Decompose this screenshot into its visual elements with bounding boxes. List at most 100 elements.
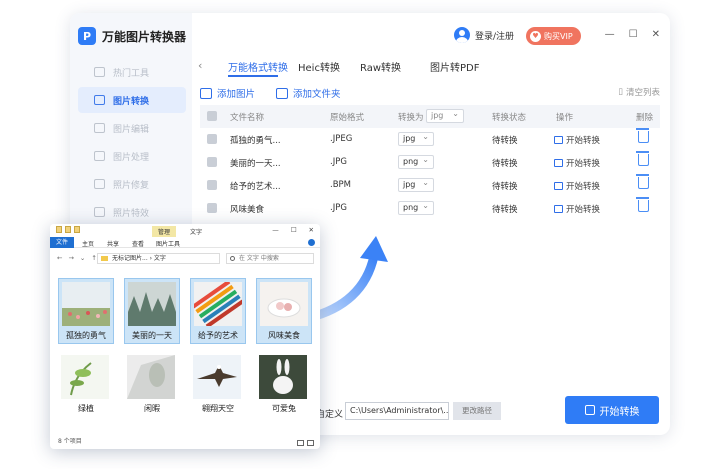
explorer-title-bar: 管理 文字 — ☐ ✕ bbox=[50, 224, 320, 237]
login-button[interactable]: 登录/注册 bbox=[454, 27, 514, 43]
details-view-icon[interactable] bbox=[297, 440, 304, 446]
toolbar: 添加图片 添加文件夹 ▯ 清空列表 bbox=[200, 85, 660, 103]
sidebar-item-photo-effects[interactable]: 照片特效 bbox=[78, 199, 186, 225]
new-folder-icon[interactable] bbox=[74, 226, 80, 233]
add-image-button[interactable]: 添加图片 bbox=[200, 86, 255, 100]
file-item[interactable]: 闲暇 bbox=[124, 352, 180, 418]
sidebar-item-image-convert[interactable]: 图片转换 bbox=[78, 87, 186, 113]
close-icon[interactable]: ✕ bbox=[652, 29, 660, 40]
sidebar-item-label: 热门工具 bbox=[113, 68, 150, 79]
tab-universal-convert[interactable]: 万能格式转换 bbox=[228, 59, 288, 74]
file-item[interactable]: 可爱兔 bbox=[256, 352, 312, 418]
orig-format: .BPM bbox=[330, 180, 351, 190]
row-checkbox[interactable] bbox=[207, 134, 217, 144]
start-convert-button-label: 开始转换 bbox=[599, 406, 640, 418]
delete-icon[interactable] bbox=[636, 151, 649, 166]
file-item[interactable]: 美丽的一天 bbox=[124, 278, 180, 344]
thumbnail-food bbox=[260, 282, 308, 326]
ribbon-tab-file[interactable]: 文件 bbox=[50, 237, 74, 248]
login-label: 登录/注册 bbox=[475, 31, 515, 42]
ribbon-tab-share[interactable]: 共享 bbox=[107, 239, 119, 248]
effects-icon bbox=[94, 207, 105, 217]
output-path-field[interactable]: C:\Users\Administrator\... bbox=[345, 402, 449, 420]
start-convert-link[interactable]: 开始转换 bbox=[554, 203, 600, 215]
minimize-icon[interactable]: — bbox=[272, 226, 279, 234]
play-icon bbox=[554, 182, 563, 190]
table-row: 风味美食 .JPG png 待转换 开始转换 bbox=[200, 197, 660, 220]
thumbnail-view-icon[interactable] bbox=[307, 440, 314, 446]
convert-all-select[interactable]: jpg bbox=[426, 108, 464, 123]
delete-icon[interactable] bbox=[636, 197, 649, 212]
convert-icon bbox=[584, 405, 595, 415]
sidebar-item-photo-repair[interactable]: 照片修复 bbox=[78, 171, 186, 197]
orig-format: .JPG bbox=[330, 203, 347, 213]
clear-list-button[interactable]: ▯ 清空列表 bbox=[618, 86, 660, 98]
file-item[interactable]: 孤独的勇气 bbox=[58, 278, 114, 344]
start-convert-label: 开始转换 bbox=[566, 182, 601, 192]
header-status: 转换状态 bbox=[492, 113, 527, 123]
play-icon bbox=[554, 159, 563, 167]
select-all-checkbox[interactable] bbox=[207, 111, 217, 121]
sidebar-item-label: 图片转换 bbox=[113, 96, 150, 107]
target-format-select[interactable]: jpg bbox=[398, 177, 434, 192]
start-convert-label: 开始转换 bbox=[566, 159, 601, 169]
delete-icon[interactable] bbox=[636, 128, 649, 143]
folder-icon bbox=[56, 226, 62, 233]
target-format-select[interactable]: png bbox=[398, 154, 434, 169]
sidebar-item-image-edit[interactable]: 图片编辑 bbox=[78, 115, 186, 141]
add-folder-button[interactable]: 添加文件夹 bbox=[276, 86, 341, 100]
vip-icon: ♥ bbox=[530, 30, 541, 42]
sidebar-item-image-process[interactable]: 图片处理 bbox=[78, 143, 186, 169]
close-icon[interactable]: ✕ bbox=[309, 226, 314, 234]
tab-pdf[interactable]: 图片转PDF bbox=[430, 59, 479, 74]
start-convert-link[interactable]: 开始转换 bbox=[554, 180, 600, 192]
minimize-icon[interactable]: — bbox=[605, 29, 615, 40]
file-explorer-window: 管理 文字 — ☐ ✕ 文件 主页 共享 查看 图片工具 ← → ⌄ ↑ 无标记… bbox=[50, 224, 320, 449]
start-convert-link[interactable]: 开始转换 bbox=[554, 134, 600, 146]
search-icon bbox=[230, 256, 235, 261]
row-checkbox[interactable] bbox=[207, 157, 217, 167]
image-icon bbox=[200, 87, 212, 99]
sidebar-item-hot-tools[interactable]: 热门工具 bbox=[78, 59, 186, 85]
file-caption: 翱翔天空 bbox=[202, 404, 234, 413]
target-format-select[interactable]: png bbox=[398, 200, 434, 215]
change-path-button[interactable]: 更改路径 bbox=[453, 402, 501, 420]
ribbon-tab-picture-tools[interactable]: 图片工具 bbox=[156, 239, 180, 248]
back-icon[interactable]: ‹ bbox=[198, 59, 202, 72]
orig-format: .JPG bbox=[330, 157, 347, 167]
active-tab-indicator bbox=[228, 75, 278, 77]
file-item[interactable]: 翱翔天空 bbox=[190, 352, 246, 418]
search-input[interactable]: 在 文字 中搜索 bbox=[226, 253, 314, 264]
ribbon-tab-view[interactable]: 查看 bbox=[132, 239, 144, 248]
row-checkbox[interactable] bbox=[207, 180, 217, 190]
thumbnail-eagle bbox=[193, 355, 241, 399]
start-convert-link[interactable]: 开始转换 bbox=[554, 157, 600, 169]
up-arrow-icon[interactable]: ↑ bbox=[91, 254, 96, 262]
row-checkbox[interactable] bbox=[207, 203, 217, 213]
trash-small-icon: ▯ bbox=[618, 87, 623, 97]
start-convert-button[interactable]: 开始转换 bbox=[565, 396, 659, 424]
maximize-icon[interactable]: ☐ bbox=[629, 29, 638, 40]
file-item[interactable]: 给予的艺术 bbox=[190, 278, 246, 344]
properties-icon[interactable] bbox=[65, 226, 71, 233]
address-bar[interactable]: 无标记图片... › 文字 bbox=[97, 253, 220, 264]
explorer-ribbon: 文件 主页 共享 查看 图片工具 bbox=[50, 237, 320, 248]
maximize-icon[interactable]: ☐ bbox=[291, 226, 297, 234]
history-dropdown-icon[interactable]: ⌄ bbox=[80, 254, 85, 262]
file-item[interactable]: 绿植 bbox=[58, 352, 114, 418]
manage-tab[interactable]: 管理 bbox=[152, 226, 177, 237]
tab-raw[interactable]: Raw转换 bbox=[360, 59, 401, 74]
target-format-select[interactable]: jpg bbox=[398, 131, 434, 146]
tab-heic[interactable]: Heic转换 bbox=[298, 59, 340, 74]
file-item[interactable]: 风味美食 bbox=[256, 278, 312, 344]
ribbon-tab-home[interactable]: 主页 bbox=[82, 239, 94, 248]
back-arrow-icon[interactable]: ← bbox=[57, 254, 62, 262]
process-icon bbox=[94, 151, 105, 161]
buy-vip-button[interactable]: ♥ 购买VIP bbox=[526, 27, 581, 45]
help-icon[interactable] bbox=[308, 239, 315, 246]
delete-icon[interactable] bbox=[636, 174, 649, 189]
start-convert-label: 开始转换 bbox=[566, 136, 601, 146]
thumbnail-pencils bbox=[194, 282, 242, 326]
forward-arrow-icon[interactable]: → bbox=[68, 254, 73, 262]
custom-path-label: 自定义 bbox=[316, 410, 344, 420]
